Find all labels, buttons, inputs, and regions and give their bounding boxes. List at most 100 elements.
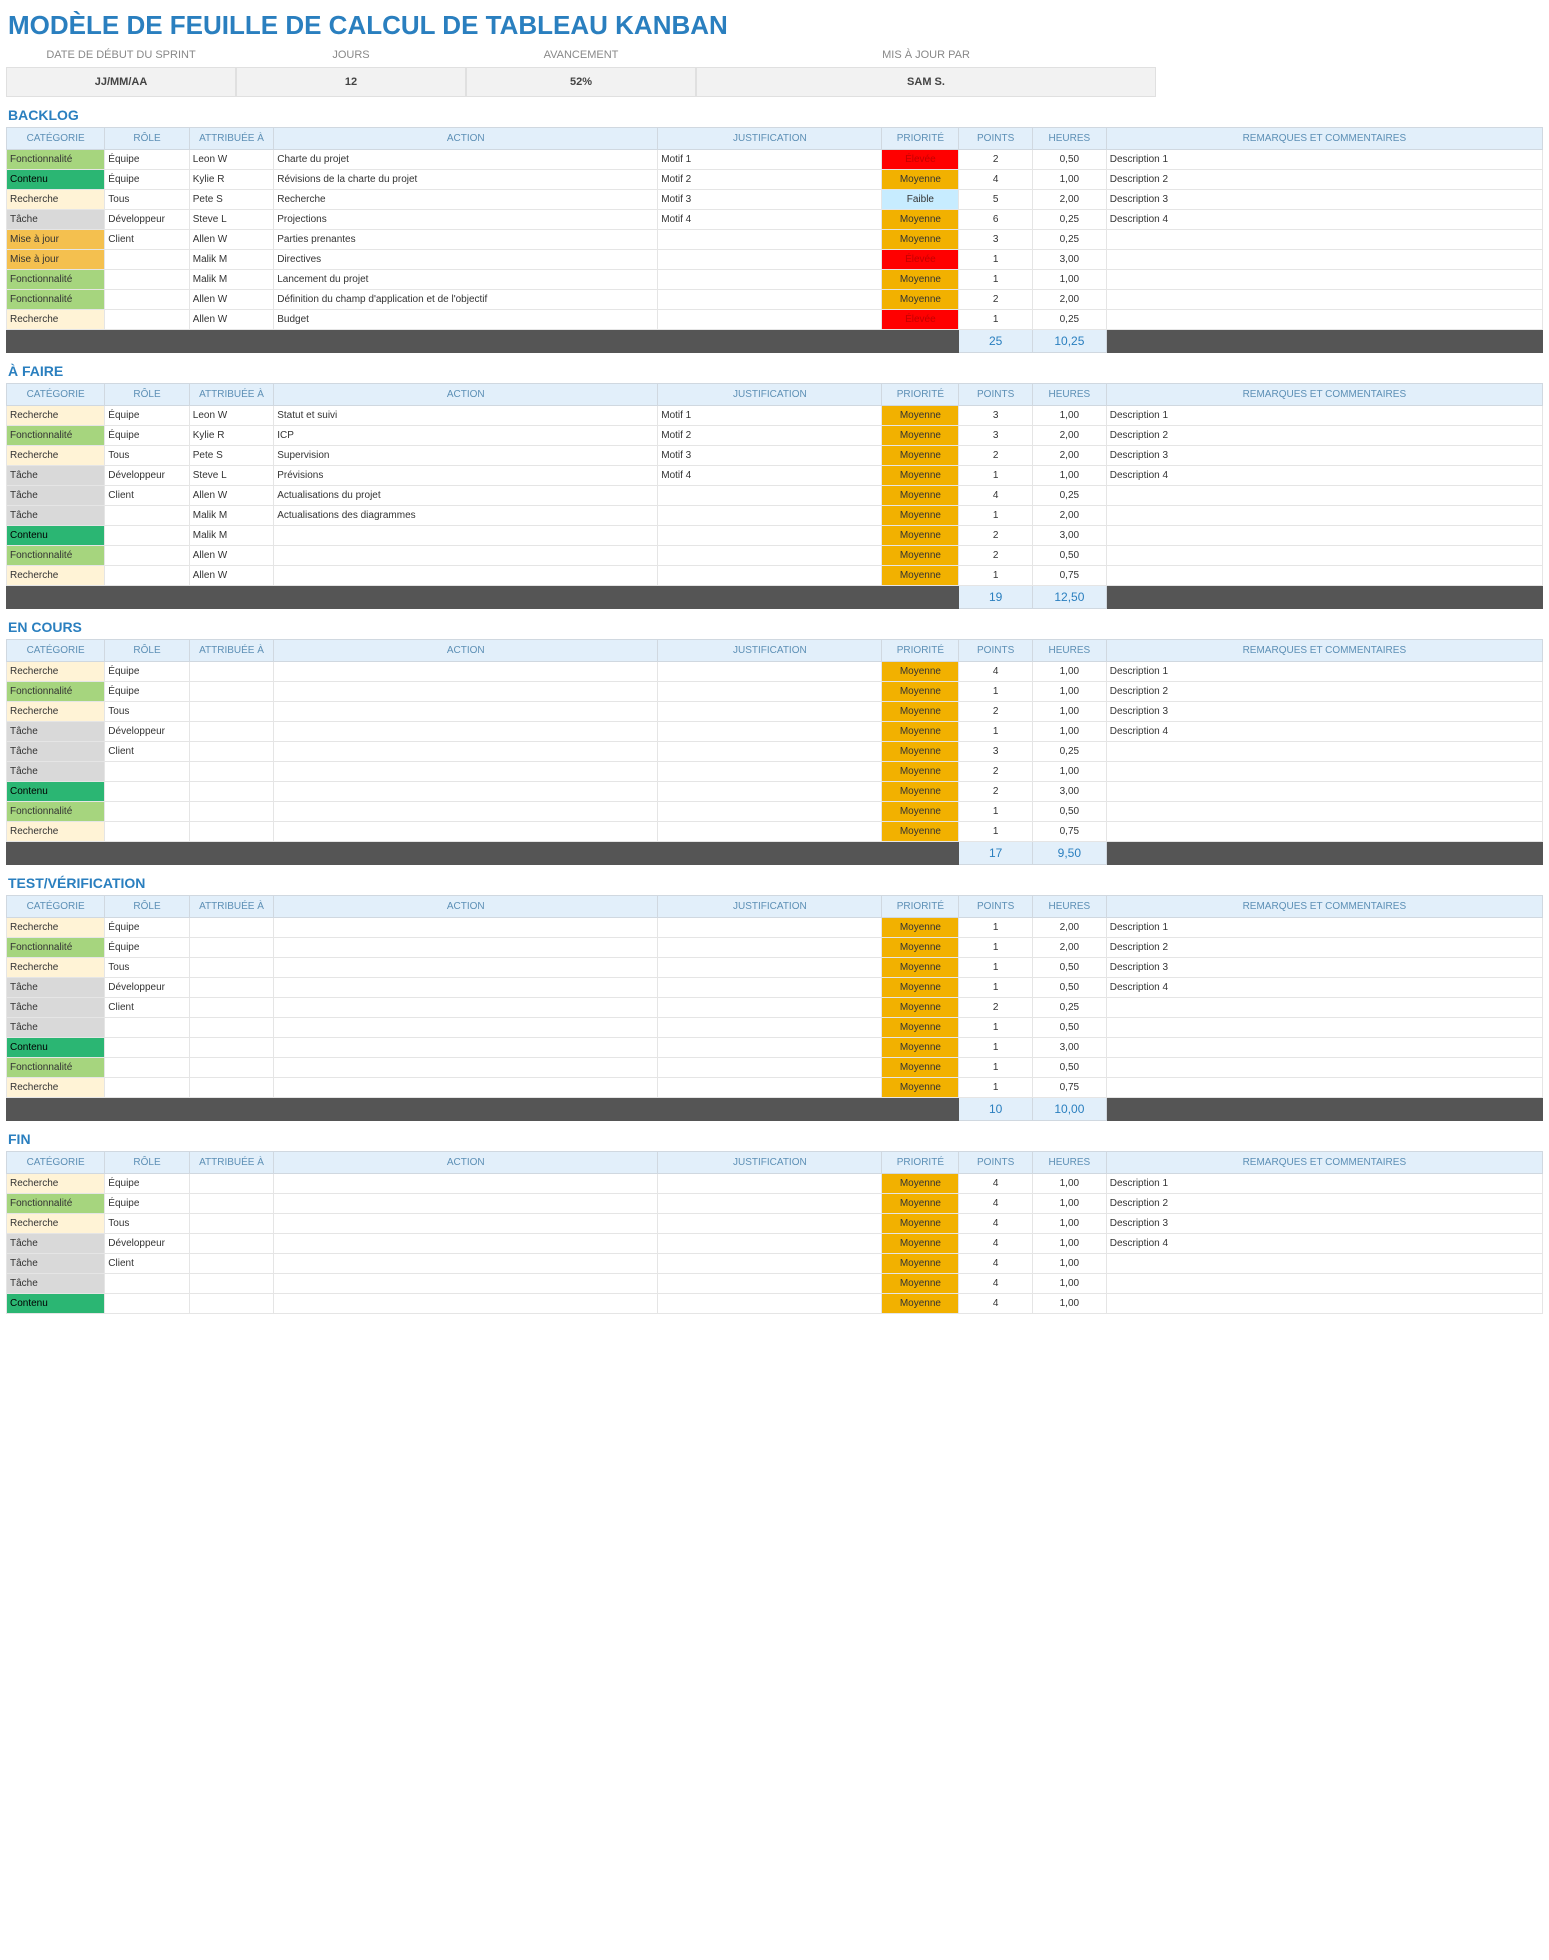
cell-role[interactable]: Équipe: [105, 1194, 189, 1214]
cell-hours[interactable]: 1,00: [1033, 1294, 1107, 1314]
table-row[interactable]: RechercheTousMoyenne10,50Description 3: [7, 958, 1543, 978]
cell-justification[interactable]: Motif 2: [658, 426, 882, 446]
cell-priority[interactable]: Moyenne: [882, 1274, 959, 1294]
table-row[interactable]: FonctionnalitéMoyenne10,50: [7, 802, 1543, 822]
cell-points[interactable]: 1: [959, 978, 1033, 998]
cell-remarks[interactable]: Description 4: [1106, 978, 1542, 998]
cell-category[interactable]: Fonctionnalité: [7, 1194, 105, 1214]
cell-priority[interactable]: Moyenne: [882, 802, 959, 822]
cell-priority[interactable]: Élevée: [882, 150, 959, 170]
cell-justification[interactable]: [658, 1174, 882, 1194]
cell-priority[interactable]: Moyenne: [882, 546, 959, 566]
cell-role[interactable]: Équipe: [105, 918, 189, 938]
cell-justification[interactable]: [658, 938, 882, 958]
table-row[interactable]: TâcheClientAllen WActualisations du proj…: [7, 486, 1543, 506]
cell-assignee[interactable]: Kylie R: [189, 426, 273, 446]
table-row[interactable]: ContenuMoyenne41,00: [7, 1294, 1543, 1314]
cell-priority[interactable]: Élevée: [882, 310, 959, 330]
cell-priority[interactable]: Moyenne: [882, 1058, 959, 1078]
table-row[interactable]: FonctionnalitéMoyenne10,50: [7, 1058, 1543, 1078]
cell-assignee[interactable]: [189, 1058, 273, 1078]
cell-points[interactable]: 1: [959, 722, 1033, 742]
cell-hours[interactable]: 0,50: [1033, 802, 1107, 822]
cell-priority[interactable]: Moyenne: [882, 566, 959, 586]
cell-assignee[interactable]: Steve L: [189, 210, 273, 230]
cell-points[interactable]: 4: [959, 486, 1033, 506]
table-row[interactable]: TâcheClientMoyenne30,25: [7, 742, 1543, 762]
cell-remarks[interactable]: Description 3: [1106, 446, 1542, 466]
cell-role[interactable]: [105, 566, 189, 586]
cell-points[interactable]: 1: [959, 1078, 1033, 1098]
cell-action[interactable]: [274, 1294, 658, 1314]
cell-remarks[interactable]: [1106, 506, 1542, 526]
cell-category[interactable]: Recherche: [7, 310, 105, 330]
progress[interactable]: 52%: [466, 67, 696, 97]
cell-remarks[interactable]: Description 2: [1106, 426, 1542, 446]
table-row[interactable]: Mise à jourMalik MDirectivesÉlevée13,00: [7, 250, 1543, 270]
cell-hours[interactable]: 2,00: [1033, 938, 1107, 958]
cell-category[interactable]: Recherche: [7, 918, 105, 938]
cell-priority[interactable]: Moyenne: [882, 702, 959, 722]
cell-category[interactable]: Fonctionnalité: [7, 802, 105, 822]
cell-points[interactable]: 2: [959, 150, 1033, 170]
cell-category[interactable]: Contenu: [7, 1038, 105, 1058]
cell-priority[interactable]: Moyenne: [882, 938, 959, 958]
cell-remarks[interactable]: [1106, 1274, 1542, 1294]
cell-points[interactable]: 4: [959, 1254, 1033, 1274]
table-row[interactable]: FonctionnalitéÉquipeLeon WCharte du proj…: [7, 150, 1543, 170]
cell-remarks[interactable]: Description 4: [1106, 466, 1542, 486]
cell-action[interactable]: [274, 1038, 658, 1058]
cell-role[interactable]: [105, 250, 189, 270]
cell-assignee[interactable]: [189, 782, 273, 802]
cell-remarks[interactable]: Description 4: [1106, 210, 1542, 230]
cell-role[interactable]: Équipe: [105, 426, 189, 446]
cell-remarks[interactable]: [1106, 1018, 1542, 1038]
cell-category[interactable]: Recherche: [7, 1174, 105, 1194]
cell-category[interactable]: Tâche: [7, 1274, 105, 1294]
cell-justification[interactable]: [658, 802, 882, 822]
cell-category[interactable]: Tâche: [7, 210, 105, 230]
cell-category[interactable]: Fonctionnalité: [7, 150, 105, 170]
cell-hours[interactable]: 2,00: [1033, 290, 1107, 310]
cell-action[interactable]: [274, 546, 658, 566]
cell-hours[interactable]: 0,50: [1033, 150, 1107, 170]
cell-category[interactable]: Recherche: [7, 406, 105, 426]
cell-hours[interactable]: 2,00: [1033, 506, 1107, 526]
cell-justification[interactable]: [658, 1254, 882, 1274]
cell-points[interactable]: 3: [959, 742, 1033, 762]
cell-role[interactable]: Équipe: [105, 682, 189, 702]
cell-points[interactable]: 3: [959, 230, 1033, 250]
cell-category[interactable]: Contenu: [7, 782, 105, 802]
cell-category[interactable]: Fonctionnalité: [7, 1058, 105, 1078]
cell-remarks[interactable]: [1106, 1078, 1542, 1098]
cell-remarks[interactable]: Description 3: [1106, 958, 1542, 978]
cell-role[interactable]: Équipe: [105, 938, 189, 958]
cell-action[interactable]: Recherche: [274, 190, 658, 210]
cell-points[interactable]: 4: [959, 1274, 1033, 1294]
table-row[interactable]: FonctionnalitéAllen WMoyenne20,50: [7, 546, 1543, 566]
cell-points[interactable]: 1: [959, 1018, 1033, 1038]
cell-justification[interactable]: [658, 526, 882, 546]
cell-action[interactable]: [274, 1194, 658, 1214]
cell-hours[interactable]: 3,00: [1033, 1038, 1107, 1058]
cell-hours[interactable]: 1,00: [1033, 406, 1107, 426]
cell-assignee[interactable]: Malik M: [189, 526, 273, 546]
table-row[interactable]: TâcheClientMoyenne41,00: [7, 1254, 1543, 1274]
cell-assignee[interactable]: Allen W: [189, 486, 273, 506]
cell-role[interactable]: Développeur: [105, 210, 189, 230]
cell-action[interactable]: [274, 1058, 658, 1078]
cell-points[interactable]: 3: [959, 426, 1033, 446]
cell-points[interactable]: 2: [959, 998, 1033, 1018]
cell-assignee[interactable]: [189, 1038, 273, 1058]
cell-action[interactable]: [274, 702, 658, 722]
cell-category[interactable]: Tâche: [7, 486, 105, 506]
cell-category[interactable]: Tâche: [7, 1018, 105, 1038]
cell-priority[interactable]: Moyenne: [882, 1294, 959, 1314]
cell-priority[interactable]: Moyenne: [882, 762, 959, 782]
cell-priority[interactable]: Moyenne: [882, 1194, 959, 1214]
cell-points[interactable]: 1: [959, 958, 1033, 978]
cell-category[interactable]: Recherche: [7, 662, 105, 682]
updated-by[interactable]: SAM S.: [696, 67, 1156, 97]
cell-remarks[interactable]: [1106, 1038, 1542, 1058]
cell-remarks[interactable]: Description 3: [1106, 702, 1542, 722]
